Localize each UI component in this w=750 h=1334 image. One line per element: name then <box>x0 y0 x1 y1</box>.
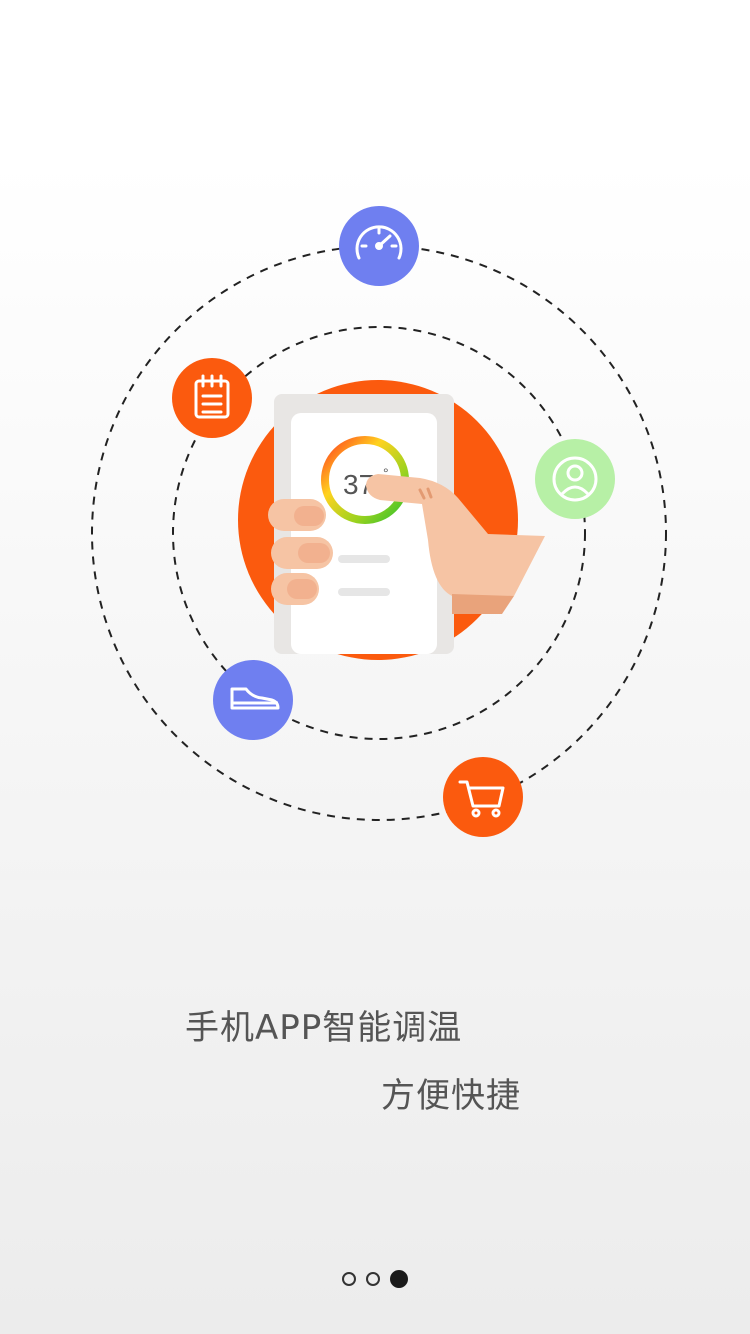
cart-badge <box>443 757 523 837</box>
page-indicator <box>0 1270 750 1292</box>
page-dot-3[interactable] <box>390 1270 408 1288</box>
headline-text: 手机APP智能调温 <box>185 1008 463 1048</box>
notepad-badge <box>172 358 252 438</box>
speedometer-badge <box>339 206 419 286</box>
hero-illustration: 37 ° <box>91 206 667 837</box>
onboarding-screen: 37 ° 手机APP智能调温 方便快捷 <box>0 0 750 1334</box>
user-badge <box>535 439 615 519</box>
page-dot-1[interactable] <box>342 1272 356 1286</box>
shoe-badge <box>213 660 293 740</box>
subline-text: 方便快捷 <box>381 1076 521 1116</box>
page-dot-2[interactable] <box>366 1272 380 1286</box>
